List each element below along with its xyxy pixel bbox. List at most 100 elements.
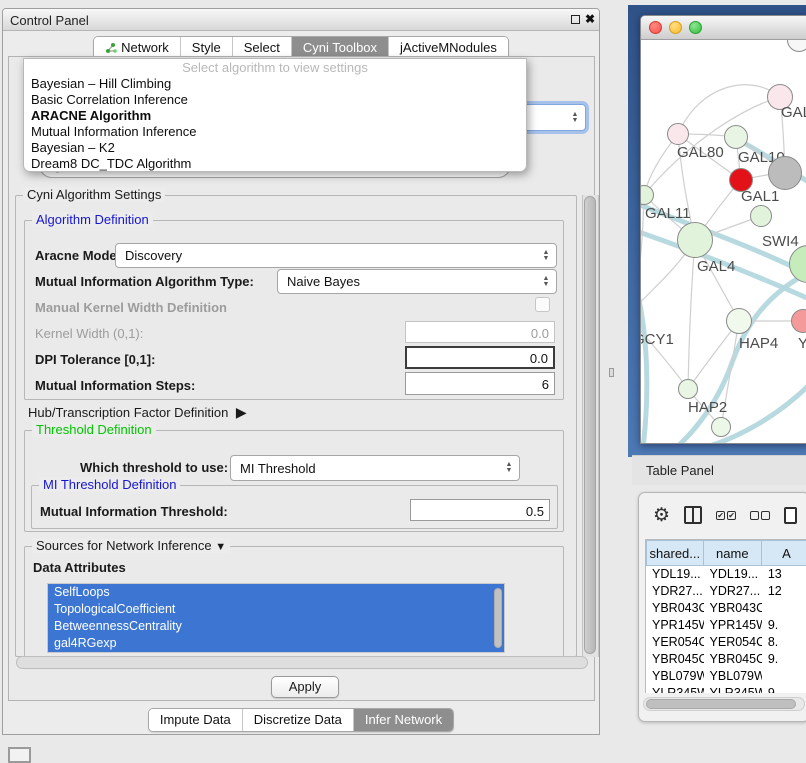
dpi-tolerance-field[interactable] (405, 346, 555, 369)
network-node[interactable] (711, 417, 731, 437)
sources-group: Sources for Network Inference ▼ Data Att… (24, 546, 564, 658)
column-header[interactable]: name (704, 540, 762, 566)
mi-algorithm-type-value: Naive Bayes (287, 274, 360, 289)
which-threshold-value: MI Threshold (240, 461, 316, 476)
panel-divider-grip[interactable] (609, 368, 614, 377)
node-label: Y (798, 335, 806, 352)
table-row[interactable]: YBR045CYBR045C9. (646, 651, 806, 668)
tab-label: Cyni Toolbox (303, 40, 377, 55)
table-cell (762, 668, 806, 685)
manual-kernel-width-label: Manual Kernel Width Definition (35, 300, 227, 315)
tab-label: Impute Data (160, 712, 231, 727)
table-row[interactable]: YPR145WYPR145W9. (646, 617, 806, 634)
control-panel-window: Control Panel ✖ NetworkStyleSelectCyni T… (2, 8, 600, 735)
table-row[interactable]: YBL079WYBL079W (646, 668, 806, 685)
attribute-item[interactable]: TopologicalCoefficient (48, 601, 504, 618)
cyni-algorithm-settings-group: Cyni Algorithm Settings Algorithm Defini… (15, 195, 577, 657)
column-selector-icon[interactable] (684, 506, 702, 524)
network-canvas[interactable]: GALGAL80GAL10GAL1SWI4GAL11GAL4GCY1HAP4YH… (641, 40, 806, 444)
manual-kernel-width-checkbox[interactable] (535, 297, 550, 312)
expand-arrow-icon[interactable]: ▶ (232, 404, 247, 420)
table-scrollbar-thumb[interactable] (646, 699, 796, 709)
algorithm-option[interactable]: Dream8 DC_TDC Algorithm (24, 156, 526, 172)
table-cell: YER054C (704, 634, 762, 651)
collapse-arrow-icon[interactable]: ▼ (215, 541, 226, 553)
tab-infer-network[interactable]: Infer Network (353, 709, 453, 731)
table-cell: 13 (762, 566, 806, 583)
tab-impute-data[interactable]: Impute Data (149, 709, 242, 731)
deselect-all-icon[interactable] (750, 511, 770, 520)
close-icon[interactable]: ✖ (585, 12, 595, 26)
minimized-panel-icon[interactable] (8, 747, 31, 763)
column-header[interactable]: A (762, 540, 806, 566)
settings-horizontal-scrollbar[interactable] (16, 656, 588, 669)
kernel-width-label: Kernel Width (0,1): (35, 326, 143, 341)
close-traffic-light[interactable] (649, 21, 662, 34)
network-node[interactable] (768, 156, 802, 190)
new-table-icon[interactable] (784, 507, 797, 524)
table-cell: YLR345W (704, 685, 762, 693)
node-label: GAL (781, 104, 806, 121)
mi-steps-field[interactable] (405, 372, 555, 395)
cyni-algorithm-settings-title: Cyni Algorithm Settings (23, 187, 165, 202)
mi-algorithm-type-combobox[interactable]: Naive Bayes ▲▼ (277, 269, 557, 294)
table-row[interactable]: YDL19...YDL19...13 (646, 566, 806, 583)
data-attributes-list: SelfLoopsTopologicalCoefficientBetweenne… (47, 583, 505, 653)
table-row[interactable]: YBR043CYBR043C (646, 600, 806, 617)
which-threshold-label: Which threshold to use: (80, 460, 228, 475)
apply-button[interactable]: Apply (271, 676, 339, 698)
network-node-gal4[interactable] (677, 222, 713, 258)
aracne-mode-combobox[interactable]: Discovery ▲▼ (115, 243, 557, 268)
table-panel: ⚙ ✔✔ shared...nameA YDL19...YDL19...13YD… (638, 492, 806, 722)
column-header[interactable]: shared... (646, 540, 704, 566)
mi-steps-label: Mutual Information Steps: (35, 378, 195, 393)
which-threshold-combobox[interactable]: MI Threshold ▲▼ (230, 455, 520, 481)
network-node-hap2[interactable] (678, 379, 698, 399)
algorithm-dropdown-popup: Select algorithm to view settings Bayesi… (23, 58, 527, 172)
table-cell: YBR045C (704, 651, 762, 668)
network-node-gal10[interactable] (724, 125, 748, 149)
table-horizontal-scrollbar[interactable] (643, 697, 805, 711)
table-cell: YPR145W (646, 617, 704, 634)
table-cell: YBR043C (646, 600, 704, 617)
select-all-icon[interactable]: ✔✔ (716, 511, 736, 520)
minimize-traffic-light[interactable] (669, 21, 682, 34)
attribute-item[interactable]: BetweennessCentrality (48, 618, 504, 635)
network-node-swi4[interactable] (750, 205, 772, 227)
settings-vertical-scrollbar[interactable] (582, 195, 599, 657)
combo-arrows-icon: ▲▼ (540, 270, 552, 293)
attribute-item[interactable]: gal4RGexp (48, 635, 504, 652)
table-panel-title: Table Panel (646, 463, 714, 478)
kernel-width-field[interactable] (405, 321, 555, 343)
table-cell (762, 600, 806, 617)
algorithm-option[interactable]: Bayesian – K2 (24, 140, 526, 156)
attribute-item[interactable]: SelfLoops (48, 584, 504, 601)
node-label: GAL11 (645, 205, 691, 222)
table-cell: YPR145W (704, 617, 762, 634)
table-cell: 8. (762, 634, 806, 651)
table-cell: YBR045C (646, 651, 704, 668)
threshold-definition-group: Threshold Definition Which threshold to … (24, 430, 564, 532)
algorithm-option[interactable]: Mutual Information Inference (24, 124, 526, 140)
table-row[interactable]: YLR345WYLR345W9. (646, 685, 806, 693)
gear-icon[interactable]: ⚙ (653, 506, 670, 525)
tab-discretize-data[interactable]: Discretize Data (242, 709, 353, 731)
table-row[interactable]: YER054CYER054C8. (646, 634, 806, 651)
algorithm-definition-group: Algorithm Definition Aracne Mode: Discov… (24, 220, 564, 400)
float-window-icon[interactable] (571, 15, 580, 24)
algorithm-option[interactable]: Basic Correlation Inference (24, 92, 526, 108)
algorithm-option[interactable]: Bayesian – Hill Climbing (24, 76, 526, 92)
table-cell: 9. (762, 651, 806, 668)
hub-definition-toggle[interactable]: Hub/Transcription Factor Definition ▶ (28, 404, 247, 421)
table-cell: YDL19... (646, 566, 704, 583)
table-cell: YDL19... (704, 566, 762, 583)
list-scrollbar-thumb[interactable] (494, 588, 502, 648)
mi-threshold-field[interactable] (410, 499, 550, 521)
network-node-gal80[interactable] (667, 123, 689, 145)
tab-label: Discretize Data (254, 712, 342, 727)
table-row[interactable]: YDR27...YDR27...12 (646, 583, 806, 600)
dpi-tolerance-label: DPI Tolerance [0,1]: (35, 352, 155, 367)
zoom-traffic-light[interactable] (689, 21, 702, 34)
network-node-hap4[interactable] (726, 308, 752, 334)
algorithm-option[interactable]: ARACNE Algorithm (24, 108, 526, 124)
